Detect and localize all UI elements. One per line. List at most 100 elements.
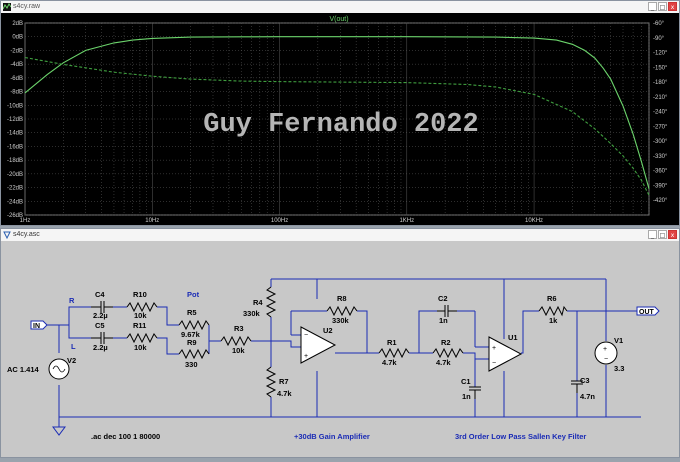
r5-label: R5: [187, 308, 197, 317]
r11-value: 10k: [134, 343, 147, 352]
resistor-r7[interactable]: [265, 366, 277, 398]
v1-label: V1: [614, 336, 623, 345]
r6-value: 1k: [549, 316, 558, 325]
channel-r-label: R: [69, 296, 75, 305]
r4-value: 330k: [243, 309, 261, 318]
out-label: OUT: [639, 309, 655, 316]
resistor-r4[interactable]: [265, 286, 277, 318]
svg-text:+: +: [304, 353, 308, 360]
frequency-tick-label: 10Hz: [145, 218, 159, 224]
resistor-r6[interactable]: [538, 305, 568, 317]
phase-tick-label: -330°: [653, 154, 668, 160]
u2-label: U2: [323, 326, 333, 335]
resistor-r1[interactable]: [378, 347, 410, 359]
opamp-u1[interactable]: + − U1: [488, 333, 523, 372]
phase-tick-label: -300°: [653, 139, 668, 145]
resistor-r8[interactable]: [326, 305, 358, 317]
amplifier-section-label: +30dB Gain Amplifier: [294, 432, 370, 441]
c3-value: 4.7n: [580, 392, 595, 401]
bode-plot-svg[interactable]: 2dB 0dB -2dB -4dB -6dB -8dB -10dB -12dB -14dB -16…: [1, 13, 679, 225]
resistor-r10[interactable]: [126, 301, 158, 313]
c4-value: 2.2µ: [93, 311, 108, 320]
r3-label: R3: [234, 324, 244, 333]
schematic-window-titlebar[interactable]: s4cy.asc _ □ x: [1, 229, 679, 241]
r10-value: 10k: [134, 311, 147, 320]
schematic-window-title: s4cy.asc: [13, 231, 40, 238]
phase-tick-label: -180°: [653, 80, 668, 86]
frequency-tick-label: 10KHz: [525, 218, 543, 224]
magnitude-tick-label: -16dB: [7, 144, 23, 150]
trace-label[interactable]: V(out): [329, 16, 348, 23]
r11-label: R11: [133, 321, 146, 330]
phase-tick-label: -90°: [653, 36, 665, 42]
in-label: IN: [33, 323, 40, 330]
magnitude-axis-ticks: 2dB 0dB -2dB -4dB -6dB -8dB -10dB -12dB -14dB -16…: [7, 21, 23, 219]
r2-label: R2: [441, 338, 451, 347]
r1-value: 4.7k: [382, 358, 397, 367]
v2-source[interactable]: V2 AC 1.414: [7, 356, 76, 380]
magnitude-tick-label: -14dB: [7, 131, 23, 137]
c3-label: C3: [580, 376, 590, 385]
spice-directive[interactable]: .ac dec 100 1 80000: [91, 432, 160, 441]
c5-label: C5: [95, 321, 105, 330]
resistor-r5[interactable]: [178, 319, 210, 331]
v1-source[interactable]: + − V1 3.3: [594, 336, 624, 373]
close-button[interactable]: x: [668, 2, 677, 11]
schematic-svg[interactable]: IN OUT V2 AC 1.414 R L Pot C4 2.2µ C5 2.…: [1, 241, 679, 457]
resistor-r3[interactable]: [220, 335, 252, 347]
resistor-r2[interactable]: [432, 347, 464, 359]
magnitude-tick-label: -12dB: [7, 117, 23, 123]
close-button[interactable]: x: [668, 230, 677, 239]
filter-section-label: 3rd Order Low Pass Sallen Key Filter: [455, 432, 586, 441]
r3-value: 10k: [232, 346, 245, 355]
c1-value: 1n: [462, 392, 471, 401]
magnitude-tick-label: 0dB: [12, 35, 23, 41]
maximize-button[interactable]: □: [658, 2, 667, 11]
r1-label: R1: [387, 338, 397, 347]
resistor-r9[interactable]: [178, 348, 210, 360]
opamp-u2[interactable]: − + U2: [300, 326, 337, 364]
c1-label: C1: [461, 377, 471, 386]
minimize-button[interactable]: _: [648, 230, 657, 239]
magnitude-tick-label: -6dB: [10, 76, 23, 82]
c5-value: 2.2µ: [93, 343, 108, 352]
magnitude-tick-label: 2dB: [12, 21, 23, 27]
schematic-canvas[interactable]: IN OUT V2 AC 1.414 R L Pot C4 2.2µ C5 2.…: [1, 241, 679, 457]
magnitude-tick-label: -20dB: [7, 172, 23, 178]
phase-tick-label: -210°: [653, 95, 668, 101]
minimize-button[interactable]: _: [648, 2, 657, 11]
r6-label: R6: [547, 294, 557, 303]
phase-tick-label: -270°: [653, 124, 668, 130]
r9-label: R9: [187, 338, 197, 347]
magnitude-tick-label: -24dB: [7, 199, 23, 205]
resistor-r11[interactable]: [126, 332, 158, 344]
r7-value: 4.7k: [277, 389, 292, 398]
in-port[interactable]: IN: [30, 320, 48, 330]
out-port[interactable]: OUT: [636, 306, 660, 316]
r8-value: 330k: [332, 316, 350, 325]
magnitude-tick-label: -18dB: [7, 158, 23, 164]
phase-tick-label: -120°: [653, 51, 668, 57]
svg-text:−: −: [304, 332, 308, 339]
svg-text:−: −: [604, 356, 608, 363]
u1-label: U1: [508, 333, 518, 342]
c2-label: C2: [438, 294, 448, 303]
bode-plot[interactable]: 2dB 0dB -2dB -4dB -6dB -8dB -10dB -12dB -14dB -16…: [1, 13, 679, 225]
phase-axis-ticks: -60° -90° -120° -150° -180° -210° -240° -270° -3…: [653, 21, 668, 204]
channel-l-label: L: [71, 342, 76, 351]
r2-value: 4.7k: [436, 358, 451, 367]
maximize-button[interactable]: □: [658, 230, 667, 239]
capacitor-c1[interactable]: [469, 386, 481, 399]
plot-window-titlebar[interactable]: s4cy.raw _ □ x: [1, 1, 679, 13]
c4-label: C4: [95, 290, 105, 299]
magnitude-tick-label: -10dB: [7, 103, 23, 109]
phase-tick-label: -420°: [653, 198, 668, 204]
phase-tick-label: -60°: [653, 21, 665, 27]
ground-icon: [52, 426, 66, 436]
v2-label: V2: [67, 356, 76, 365]
svg-text:+: +: [492, 345, 496, 352]
frequency-tick-label: 1Hz: [20, 218, 31, 224]
v1-value: 3.3: [614, 364, 624, 373]
frequency-tick-label: 1KHz: [399, 218, 414, 224]
pot-label: Pot: [187, 290, 200, 299]
